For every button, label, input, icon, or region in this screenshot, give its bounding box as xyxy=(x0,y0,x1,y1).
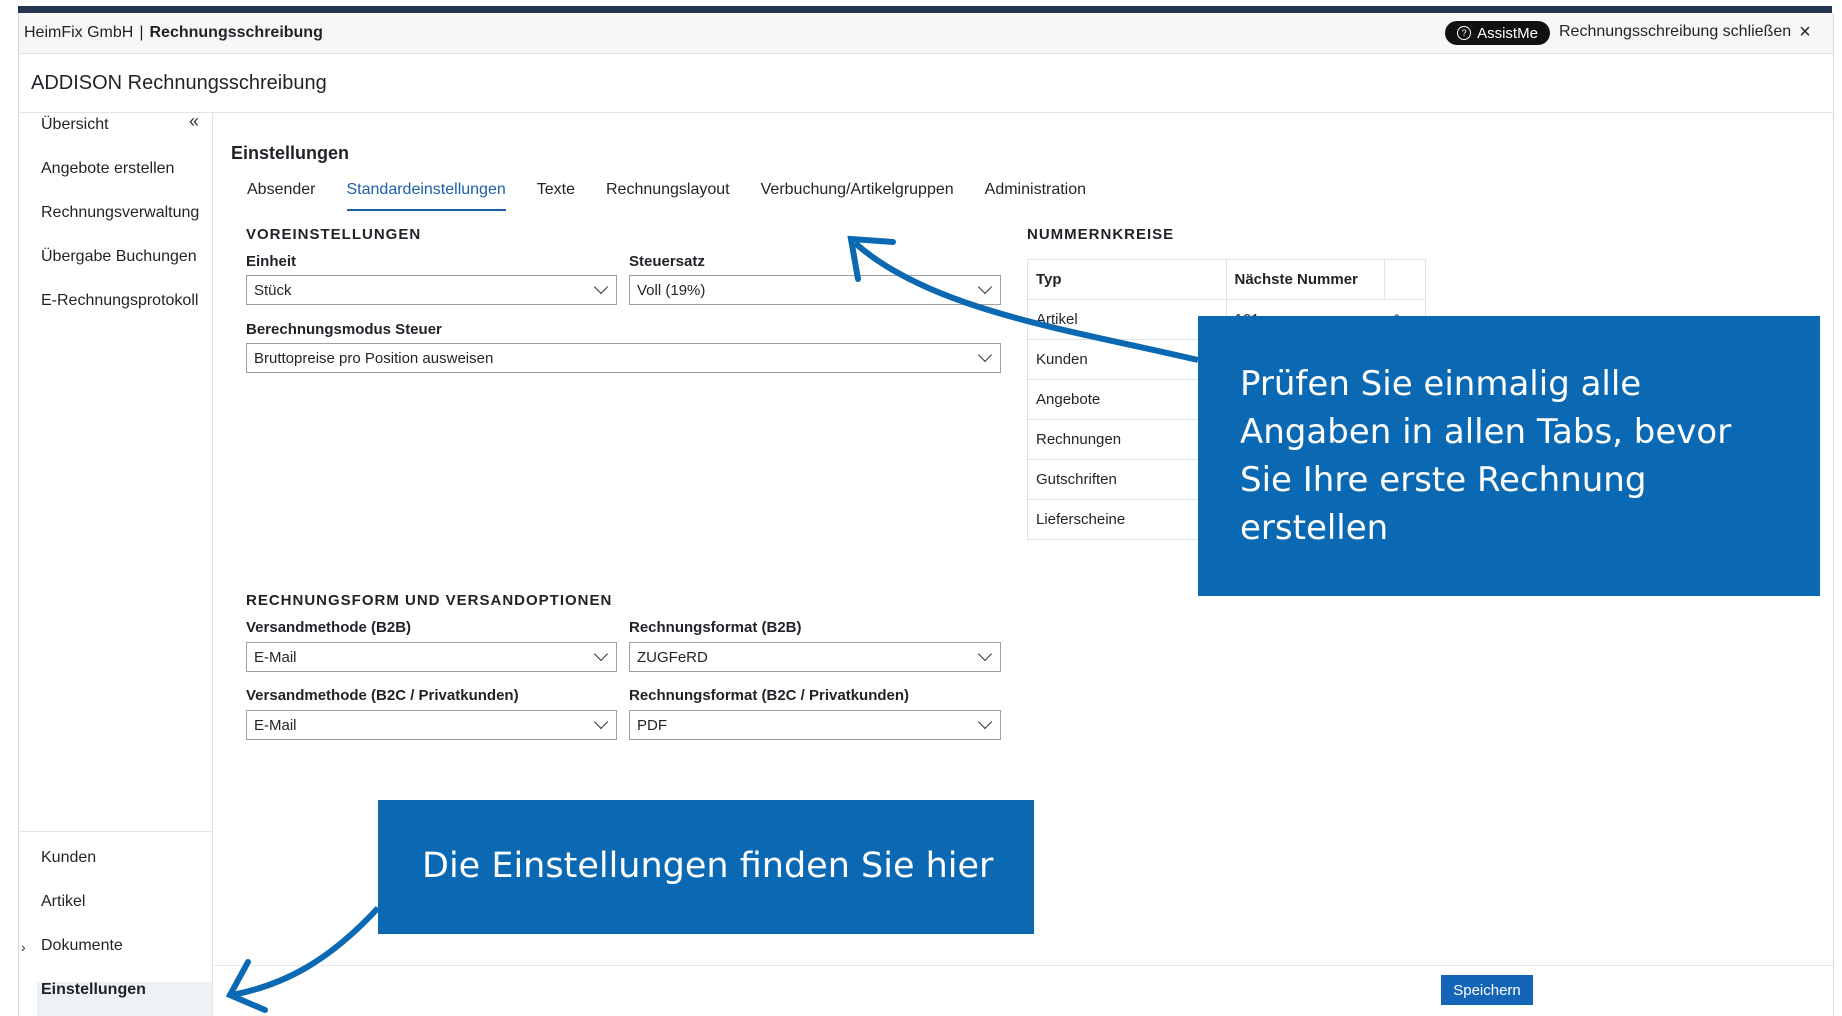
steuersatz-value: Voll (19%) xyxy=(637,281,706,299)
berechnungsmodus-label: Berechnungsmodus Steuer xyxy=(246,321,442,338)
tab-rechnungslayout[interactable]: Rechnungslayout xyxy=(606,181,730,211)
rechnungsformat-b2b-value: ZUGFeRD xyxy=(637,648,708,666)
sidebar-divider xyxy=(19,831,212,832)
row-type: Angebote xyxy=(1027,379,1227,420)
versandmethode-b2c-label: Versandmethode (B2C / Privatkunden) xyxy=(246,687,519,704)
steuersatz-label: Steuersatz xyxy=(629,253,705,270)
tab-standardeinstellungen[interactable]: Standardeinstellungen xyxy=(346,181,506,211)
sidebar-item-erechnung[interactable]: E-Rechnungsprotokoll xyxy=(41,292,198,310)
tab-absender[interactable]: Absender xyxy=(247,181,316,211)
sidebar-item-rechnungsverwaltung[interactable]: Rechnungsverwaltung xyxy=(41,204,199,222)
chevron-down-icon xyxy=(593,279,609,295)
breadcrumb: HeimFix GmbH | Rechnungsschreibung xyxy=(24,24,323,42)
chevron-down-icon xyxy=(593,646,609,662)
app-header: ADDISON Rechnungsschreibung xyxy=(19,54,1833,113)
einheit-select[interactable]: Stück xyxy=(246,275,617,305)
footer-divider xyxy=(213,965,1833,966)
chevron-down-icon xyxy=(593,714,609,730)
callout-settings-hint: Die Einstellungen finden Sie hier xyxy=(378,800,1034,934)
versandmethode-b2b-select[interactable]: E-Mail xyxy=(246,642,617,672)
global-header: HeimFix GmbH | Rechnungsschreibung ? Assis… xyxy=(19,13,1833,54)
chevron-down-icon xyxy=(977,714,993,730)
sidebar-item-einstellungen[interactable]: Einstellungen xyxy=(41,981,146,999)
nummernkreise-title: NUMMERNKREISE xyxy=(1027,226,1175,243)
chevron-right-icon[interactable]: › xyxy=(21,939,26,955)
versandmethode-b2c-select[interactable]: E-Mail xyxy=(246,710,617,740)
chevron-down-icon xyxy=(977,347,993,363)
sidebar-item-artikel[interactable]: Artikel xyxy=(41,893,85,911)
save-button[interactable]: Speichern xyxy=(1441,975,1533,1005)
app-title: ADDISON Rechnungsschreibung xyxy=(31,72,327,94)
collapse-sidebar-icon[interactable]: « xyxy=(189,111,199,132)
row-type: Artikel xyxy=(1027,299,1227,340)
rechnungsformat-b2b-select[interactable]: ZUGFeRD xyxy=(629,642,1001,672)
breadcrumb-separator: | xyxy=(139,24,144,41)
rechnungsformat-b2c-value: PDF xyxy=(637,716,667,734)
table-header-row: Typ Nächste Nummer xyxy=(1027,259,1426,300)
sidebar-item-uebergabe[interactable]: Übergabe Buchungen xyxy=(41,248,197,266)
section-name: Rechnungsschreibung xyxy=(149,24,323,41)
help-icon: ? xyxy=(1457,26,1472,40)
sidebar-item-uebersicht[interactable]: Übersicht xyxy=(41,116,109,134)
rechnungsformat-b2c-label: Rechnungsformat (B2C / Privatkunden) xyxy=(629,687,910,704)
column-header-typ: Typ xyxy=(1027,259,1227,300)
versandmethode-b2c-value: E-Mail xyxy=(254,716,297,734)
settings-tabs: Absender Standardeinstellungen Texte Rec… xyxy=(247,181,1086,211)
company-name[interactable]: HeimFix GmbH xyxy=(24,24,133,41)
versandmethode-b2b-value: E-Mail xyxy=(254,648,297,666)
rechnungsformat-b2c-select[interactable]: PDF xyxy=(629,710,1001,740)
chevron-down-icon xyxy=(977,646,993,662)
close-invoicing-label: Rechnungsschreibung schließen xyxy=(1559,23,1792,40)
callout-tabs-hint: Prüfen Sie einmalig alle Angaben in alle… xyxy=(1198,316,1820,596)
assistme-label: AssistMe xyxy=(1477,24,1538,42)
sidebar-item-angebote[interactable]: Angebote erstellen xyxy=(41,160,174,178)
tab-administration[interactable]: Administration xyxy=(985,181,1086,211)
versandmethode-b2b-label: Versandmethode (B2B) xyxy=(246,619,412,636)
close-invoicing-button[interactable]: Rechnungsschreibung schließen × xyxy=(1559,21,1811,43)
steuersatz-select[interactable]: Voll (19%) xyxy=(629,275,1001,305)
sidebar-item-dokumente[interactable]: Dokumente xyxy=(41,937,123,955)
tab-texte[interactable]: Texte xyxy=(537,181,575,211)
einheit-value: Stück xyxy=(254,281,292,299)
row-type: Gutschriften xyxy=(1027,459,1227,500)
chevron-down-icon xyxy=(977,279,993,295)
row-type: Rechnungen xyxy=(1027,419,1227,460)
versand-title: RECHNUNGSFORM UND VERSANDOPTIONEN xyxy=(246,592,613,609)
page-title: Einstellungen xyxy=(231,143,350,163)
einheit-label: Einheit xyxy=(246,253,297,270)
close-icon: × xyxy=(1799,21,1811,43)
berechnungsmodus-value: Bruttopreise pro Position ausweisen xyxy=(254,349,494,367)
sidebar: « Übersicht Angebote erstellen Rechnungs… xyxy=(19,111,213,1016)
row-type: Kunden xyxy=(1027,339,1227,380)
assistme-button[interactable]: ? AssistMe xyxy=(1445,21,1550,45)
berechnungsmodus-select[interactable]: Bruttopreise pro Position ausweisen xyxy=(246,343,1001,373)
tab-verbuchung[interactable]: Verbuchung/Artikelgruppen xyxy=(761,181,954,211)
column-header-actions xyxy=(1384,259,1426,300)
top-accent-bar xyxy=(18,6,1832,13)
sidebar-item-kunden[interactable]: Kunden xyxy=(41,849,96,867)
column-header-naechste-nummer: Nächste Nummer xyxy=(1226,259,1386,300)
row-type: Lieferscheine xyxy=(1027,499,1227,540)
voreinstellungen-title: VOREINSTELLUNGEN xyxy=(246,226,422,243)
rechnungsformat-b2b-label: Rechnungsformat (B2B) xyxy=(629,619,802,636)
